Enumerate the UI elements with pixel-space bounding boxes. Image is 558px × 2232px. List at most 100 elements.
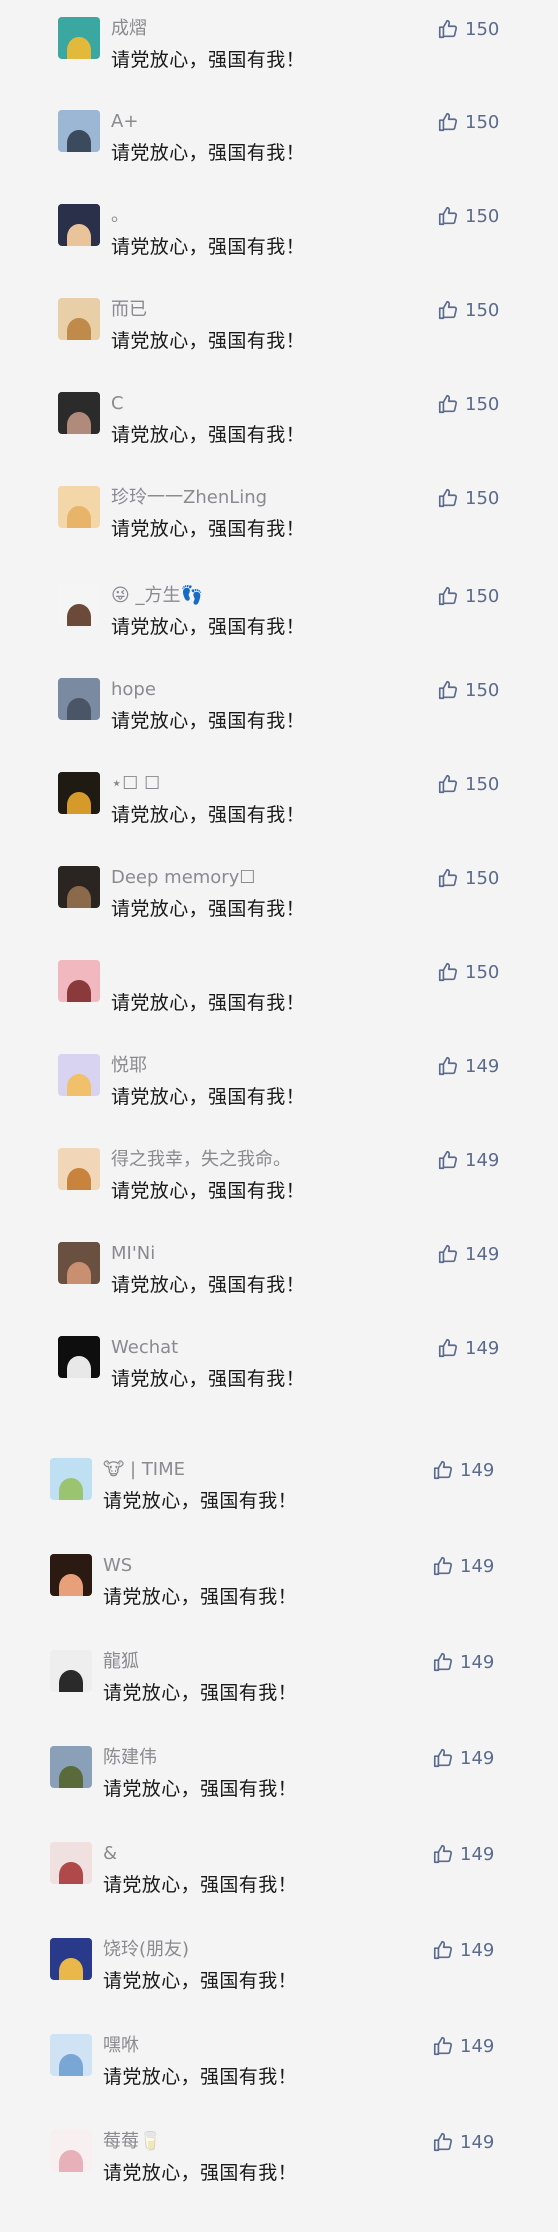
like-button[interactable]: 149 [437,1336,499,1360]
avatar[interactable] [58,1148,100,1190]
comment-text: 请党放心，强国有我！ [103,1970,298,1992]
like-button[interactable]: 149 [432,2034,494,2058]
like-count: 149 [460,1651,495,1673]
commenter-nickname: 陈建伟 [103,1747,157,1768]
like-button[interactable]: 150 [437,772,499,796]
thumbs-up-icon [432,2131,460,2153]
comment-text: 请党放心，强国有我！ [103,2162,298,2184]
commenter-nickname: & [103,1843,118,1864]
like-button[interactable]: 149 [432,1938,494,1962]
avatar[interactable] [50,1746,92,1788]
like-button[interactable]: 150 [437,204,499,228]
avatar[interactable] [58,772,100,814]
like-count: 149 [460,1939,495,1961]
like-button[interactable]: 149 [437,1148,499,1172]
avatar[interactable] [58,392,100,434]
like-count: 149 [460,1843,495,1865]
avatar[interactable] [58,584,100,626]
like-button[interactable]: 150 [437,678,499,702]
like-count: 150 [465,773,500,795]
thumbs-up-icon [437,205,465,227]
thumbs-up-icon [432,1747,460,1769]
avatar[interactable] [58,204,100,246]
avatar[interactable] [58,486,100,528]
commenter-nickname: hope [111,679,156,700]
like-button[interactable]: 149 [432,1842,494,1866]
comment-text: 请党放心，强国有我！ [103,1778,298,1800]
comment-text: 请党放心，强国有我！ [111,710,306,732]
avatar[interactable] [58,298,100,340]
thumbs-up-icon [432,2035,460,2057]
comment-item: 请党放心，强国有我！ 150 [0,960,558,1032]
avatar[interactable] [58,866,100,908]
comment-item: 🐮 | TIME 请党放心，强国有我！ 149 [0,1458,558,1530]
commenter-nickname: Wechat [111,1337,179,1358]
like-count: 150 [465,961,500,983]
like-count: 150 [465,393,500,415]
avatar[interactable] [58,678,100,720]
like-button[interactable]: 150 [437,486,499,510]
like-button[interactable]: 149 [432,2130,494,2154]
comment-item: 陈建伟请党放心，强国有我！ 149 [0,1746,558,1818]
commenter-nickname: 成熠 [111,18,147,39]
like-count: 149 [460,1747,495,1769]
thumbs-up-icon [437,487,465,509]
comment-text: 请党放心，强国有我！ [111,616,306,638]
avatar[interactable] [58,110,100,152]
like-button[interactable]: 150 [437,584,499,608]
like-count: 149 [460,2035,495,2057]
like-button[interactable]: 150 [437,392,499,416]
commenter-nickname: 龍狐 [103,1651,139,1672]
like-button[interactable]: 149 [437,1054,499,1078]
avatar[interactable] [58,17,100,59]
avatar[interactable] [58,960,100,1002]
like-button[interactable]: 150 [437,110,499,134]
comment-text: 请党放心，强国有我！ [111,1180,306,1202]
avatar[interactable] [58,1336,100,1378]
thumbs-up-icon [437,299,465,321]
comment-item: 龍狐 请党放心，强国有我！ 149 [0,1650,558,1722]
comment-item: 而已 请党放心，强国有我！ 150 [0,298,558,370]
avatar[interactable] [50,1554,92,1596]
comment-item: 嘿咻 请党放心，强国有我！ 149 [0,2034,558,2106]
avatar[interactable] [50,1842,92,1884]
commenter-nickname: 悦耶 [111,1055,147,1076]
comment-item: 珍玲一一ZhenLing 请党放心，强国有我！ 150 [0,486,558,558]
thumbs-up-icon [437,111,465,133]
like-button[interactable]: 149 [437,1242,499,1266]
comment-text: 请党放心，强国有我！ [111,1274,306,1296]
comment-item: A+ 请党放心，强国有我！ 150 [0,110,558,182]
avatar[interactable] [50,1938,92,1980]
thumbs-up-icon [432,1939,460,1961]
like-button[interactable]: 149 [432,1746,494,1770]
thumbs-up-icon [432,1459,460,1481]
thumbs-up-icon [437,679,465,701]
comment-text: 请党放心，强国有我！ [111,424,306,446]
avatar[interactable] [50,2130,92,2172]
comment-item: 成熠 请党放心，强国有我！ 150 [0,17,558,89]
comment-item: 。请党放心，强国有我！ 150 [0,204,558,276]
thumbs-up-icon [437,1055,465,1077]
commenter-nickname: 嘿咻 [103,2035,139,2056]
like-button[interactable]: 149 [432,1458,494,1482]
commenter-nickname: 饶玲(朋友) [103,1939,190,1960]
comment-item: 😜 _方生👣 请党放心，强国有我！ 150 [0,584,558,656]
avatar[interactable] [50,2034,92,2076]
like-button[interactable]: 150 [437,298,499,322]
commenter-nickname: 😜 _方生👣 [111,585,203,606]
comment-text: 请党放心，强国有我！ [103,1490,298,1512]
like-button[interactable]: 149 [432,1650,494,1674]
avatar[interactable] [50,1650,92,1692]
like-count: 150 [465,111,500,133]
like-count: 150 [465,18,500,40]
like-button[interactable]: 150 [437,960,499,984]
like-button[interactable]: 150 [437,866,499,890]
avatar[interactable] [58,1054,100,1096]
comment-list: 成熠 请党放心，强国有我！ 150 A+ 请党放心，强国有我！ 150。请党放心，强国有我… [0,0,558,2232]
avatar[interactable] [50,1458,92,1500]
like-button[interactable]: 149 [432,1554,494,1578]
comment-text: 请党放心，强国有我！ [111,804,306,826]
avatar[interactable] [58,1242,100,1284]
like-button[interactable]: 150 [437,17,499,41]
commenter-nickname: MI'Ni [111,1243,156,1264]
